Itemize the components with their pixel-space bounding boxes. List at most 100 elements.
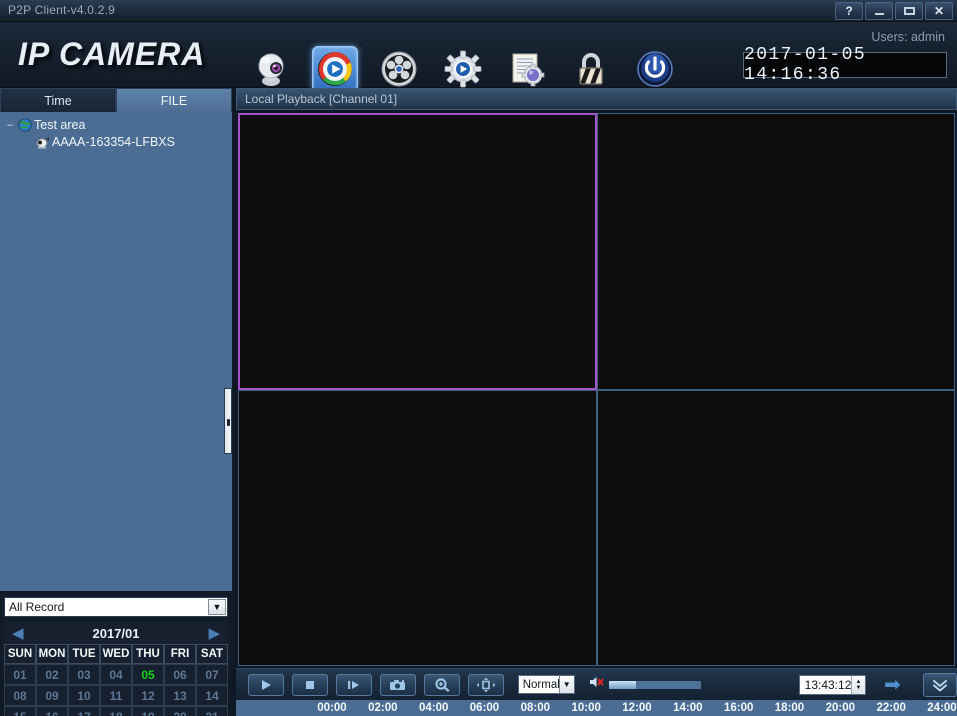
- record-filter-select[interactable]: All Record ▼: [4, 597, 228, 617]
- calendar-day-04[interactable]: 04: [100, 664, 132, 685]
- calendar-day-16[interactable]: 16: [36, 706, 68, 716]
- tree-node-area[interactable]: – Test area: [0, 116, 232, 133]
- seek-time-value: 13:43:12: [804, 677, 852, 692]
- playback-control-bar: Normal ▼ 13:43:12 ▲ ▼ ➡: [236, 668, 957, 700]
- stop-button[interactable]: [291, 673, 328, 696]
- calendar-day-18[interactable]: 18: [100, 706, 132, 716]
- tree-expander-icon[interactable]: –: [4, 118, 16, 132]
- calendar-day-06[interactable]: 06: [164, 664, 196, 685]
- timeline-tick-0000: 00:00: [317, 702, 347, 714]
- help-button[interactable]: ?: [835, 2, 863, 20]
- volume-slider[interactable]: [608, 680, 701, 689]
- power-icon[interactable]: [632, 46, 678, 92]
- calendar-day-21[interactable]: 21: [196, 706, 228, 716]
- tree-node-device[interactable]: AAAA-163354-LFBXS: [0, 133, 232, 150]
- panel-splitter-handle[interactable]: [224, 388, 232, 454]
- main-toolbar: [248, 46, 678, 92]
- calendar-day-05[interactable]: 05: [132, 664, 164, 685]
- timeline-tick-1200: 12:00: [622, 702, 652, 714]
- calendar-dow-mon: MON: [36, 644, 68, 664]
- timeline-tick-1000: 10:00: [571, 702, 601, 714]
- close-button[interactable]: ✕: [925, 2, 953, 20]
- go-to-time-button[interactable]: ➡: [884, 675, 901, 695]
- maximize-button[interactable]: [895, 2, 923, 20]
- title-bar: P2P Client-v4.0.2.9 ? ✕: [0, 0, 957, 22]
- calendar-prev-button[interactable]: ◀: [12, 626, 24, 641]
- video-pane-2[interactable]: [596, 113, 955, 390]
- video-area: Local Playback [Channel 01] Normal ▼ 13:…: [236, 88, 957, 716]
- chevron-down-icon[interactable]: ▼: [558, 676, 574, 693]
- window-controls: ? ✕: [835, 2, 953, 20]
- calendar-day-17[interactable]: 17: [68, 706, 100, 716]
- calendar-next-button[interactable]: ▶: [208, 626, 220, 641]
- calendar-day-08[interactable]: 08: [4, 685, 36, 706]
- user-label: Users: admin: [871, 30, 945, 44]
- calendar-dow-tue: TUE: [68, 644, 100, 664]
- timeline-tick-1800: 18:00: [774, 702, 805, 714]
- digital-zoom-button[interactable]: [423, 673, 460, 696]
- tree-node-area-label: Test area: [34, 117, 86, 132]
- play-button[interactable]: [248, 673, 284, 696]
- timeline-tick-0200: 02:00: [368, 702, 398, 714]
- calendar-day-02[interactable]: 02: [36, 664, 68, 685]
- expand-panel-button[interactable]: [922, 672, 957, 697]
- calendar-day-09[interactable]: 09: [36, 685, 68, 706]
- calendar-day-01[interactable]: 01: [4, 664, 36, 685]
- timeline-tick-2200: 22:00: [876, 702, 906, 714]
- calendar-day-15[interactable]: 15: [4, 706, 36, 716]
- timeline-tick-0600: 06:00: [469, 702, 500, 714]
- calendar-day-10[interactable]: 10: [68, 685, 100, 706]
- video-title-bar: Local Playback [Channel 01]: [236, 88, 957, 110]
- video-pane-4[interactable]: [596, 389, 955, 666]
- calendar-day-20[interactable]: 20: [164, 706, 196, 716]
- calendar-day-19[interactable]: 19: [132, 706, 164, 716]
- snapshot-button[interactable]: [379, 673, 416, 696]
- calendar: ◀ 2017/01 ▶ SUN MON TUE WED THU FRI SAT 01 02 03…: [4, 622, 228, 716]
- calendar-day-11[interactable]: 11: [100, 685, 132, 706]
- calendar-dow-sat: SAT: [196, 644, 228, 664]
- video-pane-1[interactable]: [238, 113, 597, 390]
- gear-play-icon[interactable]: [440, 46, 486, 92]
- calendar-dow-fri: FRI: [164, 644, 196, 664]
- calendar-day-07[interactable]: 07: [196, 664, 228, 685]
- frame-step-button[interactable]: [335, 673, 372, 696]
- calendar-dow-wed: WED: [100, 644, 132, 664]
- brand-logo: IP CAMERA: [18, 36, 206, 72]
- timeline-ruler[interactable]: 00:00 02:00 04:00 06:00 08:00 10:00 12:00 14:00…: [236, 700, 957, 716]
- speaker-mute-icon[interactable]: [589, 675, 605, 694]
- video-grid: [238, 113, 955, 666]
- camera-device-icon: [34, 134, 52, 149]
- minimize-button[interactable]: [865, 2, 893, 20]
- record-filter-value: All Record: [9, 600, 65, 614]
- calendar-day-12[interactable]: 12: [132, 685, 164, 706]
- seek-time-input[interactable]: 13:43:12 ▲ ▼: [798, 674, 866, 695]
- camera-icon[interactable]: [248, 46, 294, 92]
- calendar-day-14[interactable]: 14: [196, 685, 228, 706]
- calendar-day-13[interactable]: 13: [164, 685, 196, 706]
- chevron-down-icon[interactable]: ▼: [208, 599, 226, 615]
- film-reel-icon[interactable]: [376, 46, 422, 92]
- playback-icon[interactable]: [312, 46, 358, 92]
- log-settings-icon[interactable]: [504, 46, 550, 92]
- timeline-tick-2000: 20:00: [825, 702, 856, 714]
- timeline: 00:00 02:00 04:00 06:00 08:00 10:00 12:00 14:00…: [236, 700, 957, 716]
- tab-file[interactable]: FILE: [116, 88, 232, 112]
- calendar-header: ◀ 2017/01 ▶: [4, 622, 228, 644]
- calendar-dow-sun: SUN: [4, 644, 36, 664]
- playback-speed-select[interactable]: Normal ▼: [517, 675, 575, 694]
- pan-tilt-button[interactable]: [467, 673, 504, 696]
- video-pane-3[interactable]: [238, 389, 597, 666]
- calendar-dow-thu: THU: [132, 644, 164, 664]
- timeline-tick-1600: 16:00: [723, 702, 754, 714]
- time-spinner[interactable]: ▲ ▼: [850, 675, 865, 694]
- timeline-tick-0800: 08:00: [520, 702, 551, 714]
- calendar-day-03[interactable]: 03: [68, 664, 100, 685]
- playback-speed-value: Normal: [522, 678, 560, 691]
- lock-icon[interactable]: [568, 46, 614, 92]
- device-tree: – Test area AAAA-163354-LFBXS: [0, 112, 232, 591]
- datetime-display: 2017-01-05 14:16:36: [743, 45, 947, 85]
- tab-time[interactable]: Time: [0, 88, 116, 112]
- timeline-tick-2400: 24:00: [927, 702, 957, 714]
- timeline-tick-0400: 04:00: [418, 702, 449, 714]
- volume-control: [589, 675, 701, 694]
